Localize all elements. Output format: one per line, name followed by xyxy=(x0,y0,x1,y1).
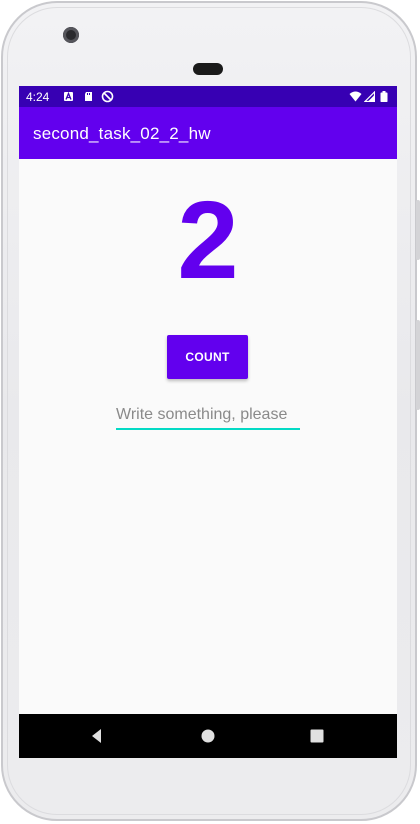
battery-icon xyxy=(380,91,388,102)
power-button xyxy=(416,200,420,260)
signal-icon xyxy=(364,91,375,102)
font-icon xyxy=(64,91,73,101)
recents-icon[interactable] xyxy=(307,726,327,746)
app-title: second_task_02_2_hw xyxy=(33,124,211,143)
no-sync-icon xyxy=(101,90,114,103)
back-icon[interactable] xyxy=(87,726,107,746)
home-icon[interactable] xyxy=(198,726,218,746)
wifi-icon xyxy=(349,91,362,102)
status-bar: 4:24 xyxy=(19,86,397,107)
app-bar: second_task_02_2_hw xyxy=(19,107,397,159)
screen: 4:24 second_task_02_2_hw 2 COUNT Write s… xyxy=(19,86,397,758)
sd-card-icon xyxy=(85,92,92,101)
counter-value: 2 xyxy=(177,179,239,302)
status-time: 4:24 xyxy=(26,90,50,104)
front-camera xyxy=(63,27,79,43)
navigation-bar xyxy=(19,714,397,758)
message-input[interactable] xyxy=(116,402,300,430)
volume-button xyxy=(416,320,420,410)
earpiece-speaker xyxy=(193,63,223,75)
phone-frame: 4:24 second_task_02_2_hw 2 COUNT Write s… xyxy=(0,0,420,824)
count-button[interactable]: COUNT xyxy=(167,335,248,379)
